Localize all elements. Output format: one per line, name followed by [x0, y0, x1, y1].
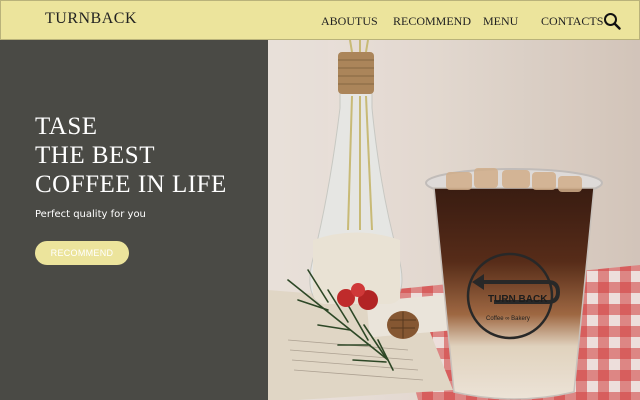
hero-title-line-3: COFFEE IN LIFE: [35, 171, 227, 198]
hero-title-line-1: TASE: [35, 113, 98, 140]
search-icon[interactable]: [603, 12, 621, 30]
nav-item-recommend[interactable]: RECOMMEND: [393, 14, 471, 29]
hero-text-panel: TASE THE BEST COFFEE IN LIFE Perfect qua…: [0, 40, 268, 400]
top-navbar: TURNBACK ABOUTUS RECOMMEND MENU CONTACTS: [0, 0, 640, 40]
nav-item-contacts[interactable]: CONTACTS: [541, 14, 603, 29]
brand-logo[interactable]: TURNBACK: [45, 10, 137, 28]
recommend-button[interactable]: RECOMMEND: [35, 241, 129, 265]
nav-item-menu[interactable]: MENU: [483, 14, 518, 29]
hero-photo: TURN BACK Coffee ∞ Bakery: [268, 40, 640, 400]
hero-subtitle: Perfect quality for you: [35, 209, 146, 220]
hero-title-line-2: THE BEST: [35, 142, 155, 169]
nav-item-aboutus[interactable]: ABOUTUS: [321, 14, 378, 29]
iced-coffee-illustration: TURN BACK Coffee ∞ Bakery: [268, 40, 640, 400]
